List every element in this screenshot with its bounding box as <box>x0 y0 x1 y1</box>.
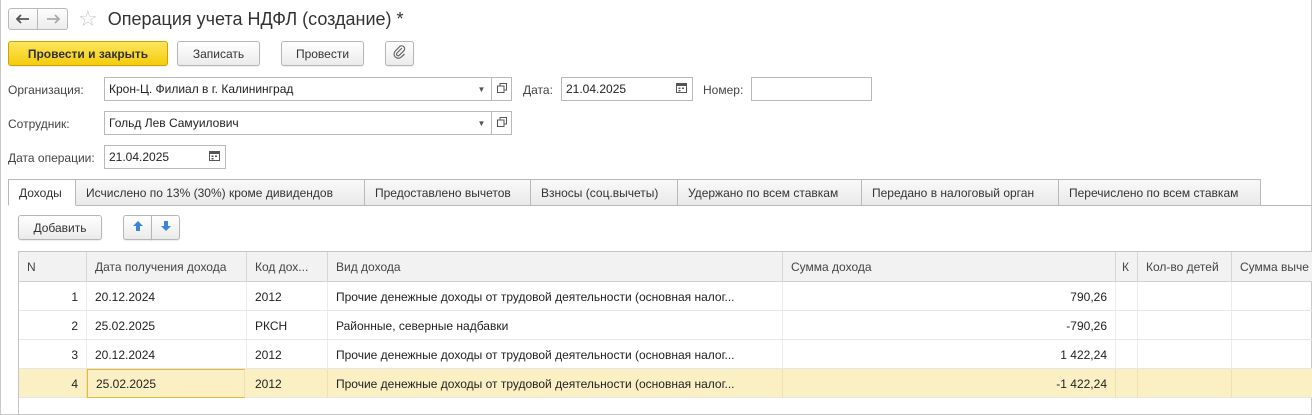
tab-calculated[interactable]: Исчислено по 13% (30%) кроме дивидендов <box>76 179 365 206</box>
income-code: 2012 <box>247 340 328 369</box>
date-field[interactable]: 21.04.2025 <box>561 77 672 101</box>
number-label: Номер: <box>703 83 744 97</box>
chevron-down-icon: ▼ <box>477 84 486 94</box>
column-header-kind[interactable]: Вид дохода <box>328 252 783 282</box>
operation-date-label: Дата операции: <box>8 151 95 165</box>
income-sum: -1 422,24 <box>783 369 1116 398</box>
organization-open-button[interactable] <box>492 77 512 101</box>
add-row-button[interactable]: Добавить <box>18 215 102 240</box>
income-sum: -790,26 <box>783 311 1116 340</box>
star-icon[interactable]: ☆ <box>78 8 98 30</box>
organization-label: Организация: <box>8 83 84 97</box>
date-label: Дата: <box>523 83 553 97</box>
k-cell <box>1116 340 1138 369</box>
table-row[interactable]: 2 25.02.2025 РКСН Районные, северные над… <box>19 311 1312 340</box>
move-up-button[interactable] <box>123 215 152 240</box>
title-bar: ☆ Операция учета НДФЛ (создание) * <box>8 6 404 32</box>
arrow-up-icon <box>132 220 144 235</box>
income-date: 20.12.2024 <box>87 282 247 311</box>
income-code: 2012 <box>247 369 328 398</box>
table-header: N Дата получения дохода Код дох... Вид д… <box>19 252 1312 282</box>
k-cell <box>1116 311 1138 340</box>
income-kind: Прочие денежные доходы от трудовой деяте… <box>328 369 783 398</box>
deduction-cell <box>1232 282 1312 311</box>
back-button[interactable] <box>8 8 38 30</box>
employee-dropdown-button[interactable]: ▼ <box>472 111 492 135</box>
row-number: 1 <box>19 282 87 311</box>
income-code: 2012 <box>247 282 328 311</box>
tab-income[interactable]: Доходы <box>8 179 76 206</box>
k-cell <box>1116 369 1138 398</box>
date-calendar-button[interactable] <box>671 77 693 101</box>
deduction-cell <box>1232 340 1312 369</box>
income-table: N Дата получения дохода Код дох... Вид д… <box>18 251 1312 415</box>
column-header-date[interactable]: Дата получения дохода <box>87 252 247 282</box>
column-header-deduction[interactable]: Сумма выче <box>1232 252 1312 282</box>
paperclip-icon <box>392 45 407 62</box>
income-date-focused[interactable]: 25.02.2025 <box>87 369 245 398</box>
income-date: 25.02.2025 <box>87 311 247 340</box>
open-form-icon <box>496 82 507 96</box>
number-field[interactable] <box>751 77 872 101</box>
calendar-icon <box>676 82 687 96</box>
page-title: Операция учета НДФЛ (создание) * <box>107 8 404 29</box>
arrow-left-icon <box>15 11 30 27</box>
employee-label: Сотрудник: <box>8 117 70 131</box>
move-down-button[interactable] <box>151 215 180 240</box>
post-button[interactable]: Провести <box>281 41 364 66</box>
row-number: 4 <box>19 369 87 398</box>
forward-button[interactable] <box>38 8 68 30</box>
income-code: РКСН <box>247 311 328 340</box>
row-number: 2 <box>19 311 87 340</box>
table-row-selected[interactable]: 4 25.02.2025 2012 Прочие денежные доходы… <box>19 369 1312 398</box>
income-kind: Районные, северные надбавки <box>328 311 783 340</box>
employee-field[interactable]: Гольд Лев Самуилович <box>104 111 473 135</box>
children-cell <box>1138 282 1232 311</box>
tab-withheld[interactable]: Удержано по всем ставкам <box>678 179 862 206</box>
tab-paid[interactable]: Перечислено по всем ставкам <box>1059 179 1261 206</box>
table-row[interactable]: 1 20.12.2024 2012 Прочие денежные доходы… <box>19 282 1312 311</box>
income-kind: Прочие денежные доходы от трудовой деяте… <box>328 282 783 311</box>
operation-date-calendar-button[interactable] <box>204 145 226 169</box>
save-button[interactable]: Записать <box>177 41 260 66</box>
attach-button[interactable] <box>385 41 414 66</box>
children-cell <box>1138 340 1232 369</box>
tab-deductions[interactable]: Предоставлено вычетов <box>365 179 531 206</box>
table-row[interactable]: 3 20.12.2024 2012 Прочие денежные доходы… <box>19 340 1312 369</box>
operation-date-field[interactable]: 21.04.2025 <box>104 145 205 169</box>
arrow-down-icon <box>160 220 172 235</box>
column-header-sum[interactable]: Сумма дохода <box>783 252 1116 282</box>
employee-open-button[interactable] <box>492 111 512 135</box>
tab-contributions[interactable]: Взносы (соц.вычеты) <box>531 179 678 206</box>
column-header-code[interactable]: Код дох... <box>247 252 328 282</box>
deduction-cell <box>1232 311 1312 340</box>
row-number: 3 <box>19 340 87 369</box>
arrow-right-icon <box>46 11 60 27</box>
tab-transferred[interactable]: Передано в налоговый орган <box>862 179 1059 206</box>
children-cell <box>1138 311 1232 340</box>
open-form-icon <box>496 116 507 130</box>
tab-bar: Доходы Исчислено по 13% (30%) кроме диви… <box>8 179 1261 206</box>
income-date: 20.12.2024 <box>87 340 247 369</box>
chevron-down-icon: ▼ <box>477 118 486 128</box>
income-kind: Прочие денежные доходы от трудовой деяте… <box>328 340 783 369</box>
column-header-children[interactable]: Кол-во детей <box>1138 252 1232 282</box>
post-and-close-button[interactable]: Провести и закрыть <box>8 41 168 66</box>
children-cell <box>1138 369 1232 398</box>
column-header-k[interactable]: К <box>1116 252 1138 282</box>
calendar-icon <box>209 150 220 164</box>
column-header-n[interactable]: N <box>19 252 87 282</box>
deduction-cell <box>1232 369 1312 398</box>
income-sum: 1 422,24 <box>783 340 1116 369</box>
income-sum: 790,26 <box>783 282 1116 311</box>
k-cell <box>1116 282 1138 311</box>
organization-field[interactable]: Крон-Ц. Филиал в г. Калининград <box>104 77 473 101</box>
organization-dropdown-button[interactable]: ▼ <box>472 77 492 101</box>
